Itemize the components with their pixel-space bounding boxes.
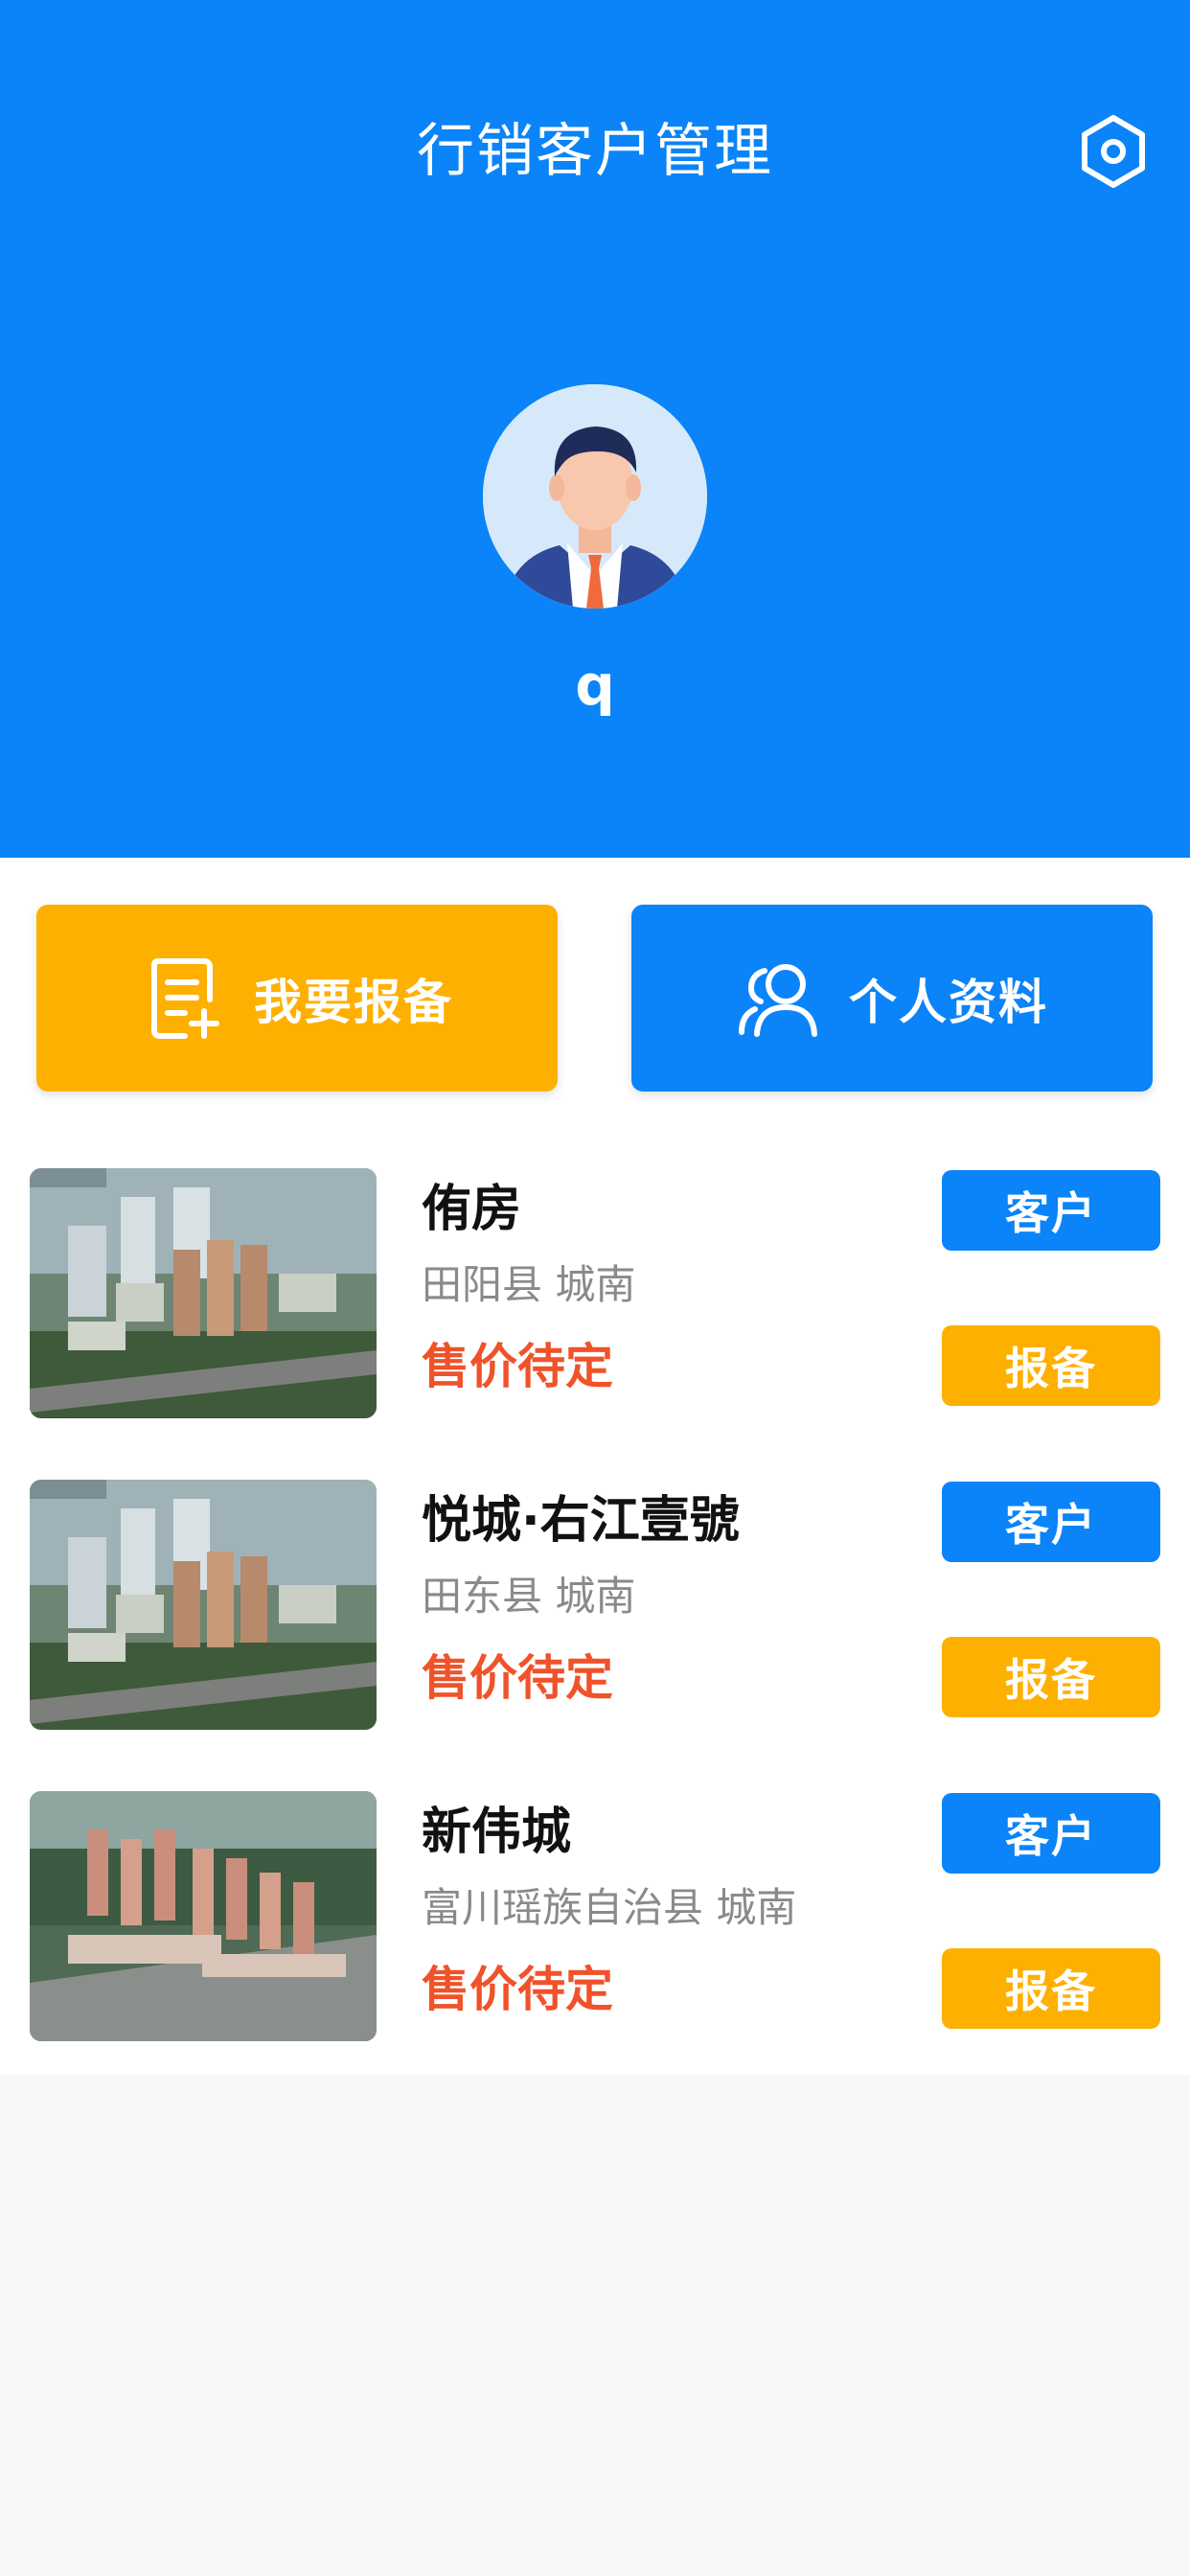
project-location: 田东县 城南 [422,1573,636,1620]
project-price: 售价待定 [422,1650,613,1706]
project-name: 悦城·右江壹號 [422,1492,740,1550]
list-item[interactable]: 新伟城 富川瑶族自治县 城南 售价待定 客户 报备 [0,1768,1190,2080]
project-location: 富川瑶族自治县 城南 [422,1884,797,1931]
profile-button[interactable]: 个人资料 [631,905,1153,1092]
report-button-label: 我要报备 [254,974,453,1030]
project-name: 新伟城 [422,1804,572,1861]
project-price: 售价待定 [422,1339,613,1394]
quick-actions: 我要报备 个人资料 [0,858,1190,1145]
profile-header: 行销客户管理 q [0,0,1190,858]
report-project-button[interactable]: 报备 [942,1637,1160,1717]
users-icon [736,955,822,1042]
list-item[interactable]: 悦城·右江壹號 田东县 城南 售价待定 客户 报备 [0,1457,1190,1768]
customer-button[interactable]: 客户 [942,1793,1160,1874]
profile-button-label: 个人资料 [849,974,1048,1030]
settings-icon [1082,115,1145,188]
project-list: 侑房 田阳县 城南 售价待定 客户 报备 悦城·右江壹號 田东县 城南 售价待定… [0,1145,1190,2075]
user-avatar-icon [483,384,707,609]
project-price: 售价待定 [422,1962,613,2017]
project-thumbnail [30,1791,377,2041]
settings-button[interactable] [1075,113,1152,190]
project-thumbnail [30,1480,377,1730]
report-button[interactable]: 我要报备 [36,905,558,1092]
list-item[interactable]: 侑房 田阳县 城南 售价待定 客户 报备 [0,1145,1190,1457]
project-location: 田阳县 城南 [422,1261,636,1308]
report-project-button[interactable]: 报备 [942,1325,1160,1406]
project-name: 侑房 [422,1181,522,1238]
page-title: 行销客户管理 [417,118,773,185]
report-project-button[interactable]: 报备 [942,1948,1160,2029]
avatar[interactable] [483,384,707,609]
username: q [575,653,615,718]
customer-button[interactable]: 客户 [942,1170,1160,1251]
project-thumbnail [30,1168,377,1418]
document-add-icon [141,955,227,1042]
customer-button[interactable]: 客户 [942,1482,1160,1562]
